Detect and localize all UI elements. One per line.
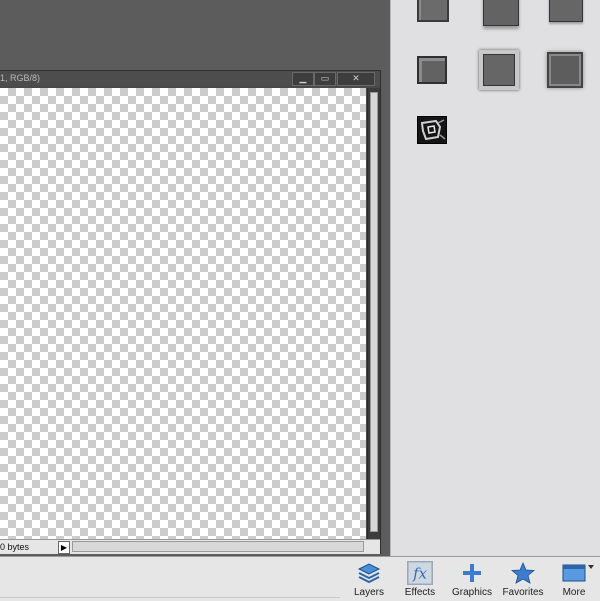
svg-text:fx: fx [412, 566, 427, 583]
bevel-style-swatch[interactable] [549, 0, 583, 22]
chevron-down-icon[interactable] [588, 565, 594, 569]
layers-label: Layers [353, 587, 384, 598]
file-size-status: 0 bytes [0, 542, 30, 552]
document-status-bar: 0 bytes ▶ [0, 539, 380, 554]
maximize-button[interactable]: ▭ [314, 72, 336, 86]
chrome-pattern-icon [418, 117, 446, 143]
star-icon [510, 561, 536, 584]
document-title: 1, RGB/8) [0, 73, 41, 83]
bevel-style-swatch[interactable] [417, 56, 447, 84]
vertical-scrollbar-thumb[interactable] [370, 92, 378, 532]
more-button[interactable]: More [552, 557, 596, 601]
favorites-label: Favorites [502, 587, 544, 598]
bottom-toolbar: Layers fx Effects Graphics Favorites Mor… [0, 556, 600, 601]
layers-button[interactable]: Layers [346, 557, 392, 601]
graphics-label: Graphics [451, 587, 492, 598]
close-button[interactable]: ✕ [337, 72, 375, 86]
horizontal-scrollbar[interactable] [72, 541, 364, 552]
transparent-canvas[interactable] [0, 88, 366, 539]
effects-panel [390, 0, 600, 556]
effects-label: Effects [404, 587, 436, 598]
graphics-button[interactable]: Graphics [448, 557, 496, 601]
more-label: More [562, 587, 586, 598]
bevel-style-swatch[interactable] [547, 52, 583, 88]
effects-button[interactable]: fx Effects [396, 557, 444, 601]
layers-icon [357, 563, 381, 584]
bevel-style-swatch[interactable] [483, 0, 519, 26]
status-menu-arrow-icon[interactable]: ▶ [58, 541, 70, 554]
minimize-button[interactable]: ▁ [292, 72, 314, 86]
favorites-button[interactable]: Favorites [498, 557, 548, 601]
document-titlebar[interactable]: 1, RGB/8) ▁ ▭ ✕ [0, 71, 380, 86]
fx-icon: fx [407, 561, 433, 585]
divider [0, 597, 340, 598]
bevel-style-swatch[interactable] [479, 50, 519, 90]
bevel-style-swatch[interactable] [417, 0, 449, 22]
plus-icon [463, 564, 481, 582]
document-window: 1, RGB/8) ▁ ▭ ✕ 0 bytes ▶ [0, 70, 381, 554]
workspace: 1, RGB/8) ▁ ▭ ✕ 0 bytes ▶ [0, 0, 390, 556]
vertical-scrollbar[interactable] [367, 88, 380, 539]
window-icon [562, 564, 586, 582]
chrome-style-swatch[interactable] [417, 116, 447, 144]
